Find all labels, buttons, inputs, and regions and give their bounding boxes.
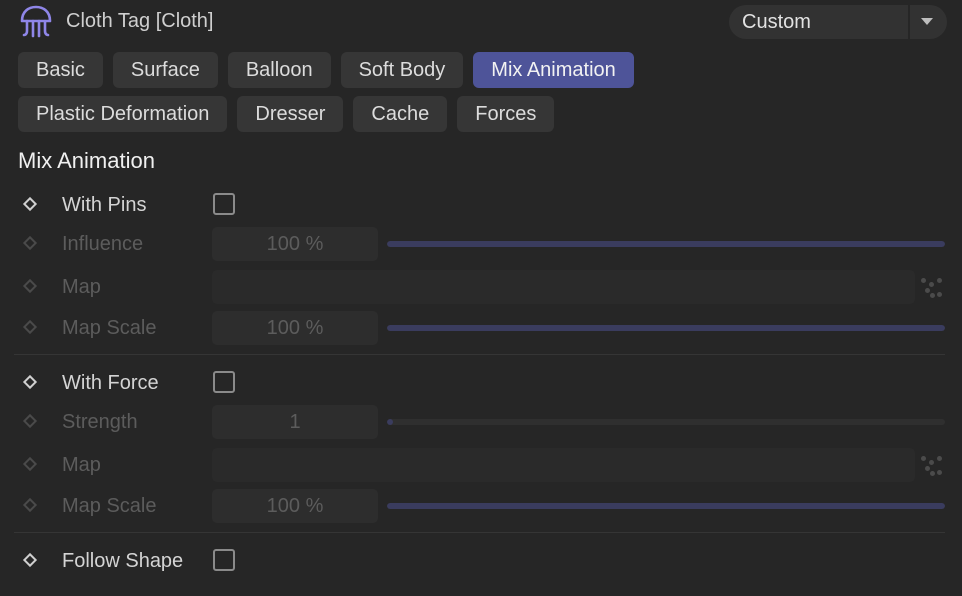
force-map-scale-label: Map Scale	[62, 495, 157, 517]
tab-plastic-deformation[interactable]: Plastic Deformation	[18, 96, 228, 132]
strength-slider[interactable]	[387, 419, 945, 425]
strength-row: Strength 1	[0, 405, 962, 441]
slider-fill	[387, 419, 393, 425]
keyframe-diamond-icon[interactable]	[22, 413, 38, 429]
pins-map-row: Map	[0, 270, 962, 306]
keyframe-diamond-icon[interactable]	[22, 235, 38, 251]
preset-separator	[908, 5, 910, 39]
preset-value: Custom	[742, 11, 811, 33]
with-pins-row: With Pins	[0, 188, 962, 224]
section-title: Mix Animation	[18, 148, 155, 173]
pins-map-field[interactable]	[212, 270, 915, 304]
with-force-label: With Force	[62, 372, 159, 394]
pins-map-scale-label: Map Scale	[62, 317, 157, 339]
strength-label: Strength	[62, 411, 138, 433]
keyframe-diamond-icon[interactable]	[22, 552, 38, 568]
tab-balloon[interactable]: Balloon	[227, 52, 331, 88]
influence-input[interactable]: 100 %	[212, 227, 378, 261]
jellyfish-cloth-icon	[20, 5, 52, 38]
slider-fill	[387, 241, 945, 247]
strength-input[interactable]: 1	[212, 405, 378, 439]
keyframe-diamond-icon[interactable]	[22, 497, 38, 513]
keyframe-diamond-icon[interactable]	[22, 374, 38, 390]
influence-label: Influence	[62, 233, 144, 255]
tab-soft-body[interactable]: Soft Body	[340, 52, 464, 88]
force-map-scale-input[interactable]: 100 %	[212, 489, 378, 523]
pins-map-scale-row: Map Scale 100 %	[0, 311, 962, 347]
pins-map-scale-input[interactable]: 100 %	[212, 311, 378, 345]
force-map-row: Map	[0, 448, 962, 484]
force-map-scale-slider[interactable]	[387, 503, 945, 509]
header: Cloth Tag [Cloth] Custom	[0, 0, 962, 44]
divider	[14, 354, 945, 355]
follow-shape-label: Follow Shape	[62, 550, 184, 572]
pins-map-scale-slider[interactable]	[387, 325, 945, 331]
chevron-down-icon[interactable]	[921, 18, 933, 25]
with-force-row: With Force	[0, 366, 962, 402]
force-map-field[interactable]	[212, 448, 915, 482]
tab-basic[interactable]: Basic	[18, 52, 103, 88]
slider-fill	[387, 325, 945, 331]
force-map-label: Map	[62, 454, 101, 476]
tab-cache[interactable]: Cache	[353, 96, 448, 132]
vertex-map-icon[interactable]	[921, 456, 943, 476]
keyframe-diamond-icon[interactable]	[22, 456, 38, 472]
influence-slider[interactable]	[387, 241, 945, 247]
tab-forces[interactable]: Forces	[457, 96, 555, 132]
keyframe-diamond-icon[interactable]	[22, 278, 38, 294]
force-map-scale-row: Map Scale 100 %	[0, 489, 962, 525]
with-pins-checkbox[interactable]	[213, 193, 235, 215]
with-pins-label: With Pins	[62, 194, 147, 216]
panel-title: Cloth Tag [Cloth]	[66, 10, 214, 32]
tab-surface[interactable]: Surface	[112, 52, 218, 88]
slider-fill	[387, 503, 945, 509]
vertex-map-icon[interactable]	[921, 278, 943, 298]
influence-row: Influence 100 %	[0, 227, 962, 263]
tab-mix-animation[interactable]: Mix Animation	[473, 52, 634, 88]
keyframe-diamond-icon[interactable]	[22, 319, 38, 335]
follow-shape-checkbox[interactable]	[213, 549, 235, 571]
keyframe-diamond-icon[interactable]	[22, 196, 38, 212]
tab-bar-row-2: Plastic Deformation Dresser Cache Forces	[18, 96, 555, 132]
tab-bar-row-1: Basic Surface Balloon Soft Body Mix Anim…	[18, 52, 634, 88]
follow-shape-row: Follow Shape	[0, 544, 962, 580]
tab-dresser[interactable]: Dresser	[237, 96, 344, 132]
preset-dropdown[interactable]: Custom	[729, 5, 947, 39]
with-force-checkbox[interactable]	[213, 371, 235, 393]
divider	[14, 532, 945, 533]
pins-map-label: Map	[62, 276, 101, 298]
